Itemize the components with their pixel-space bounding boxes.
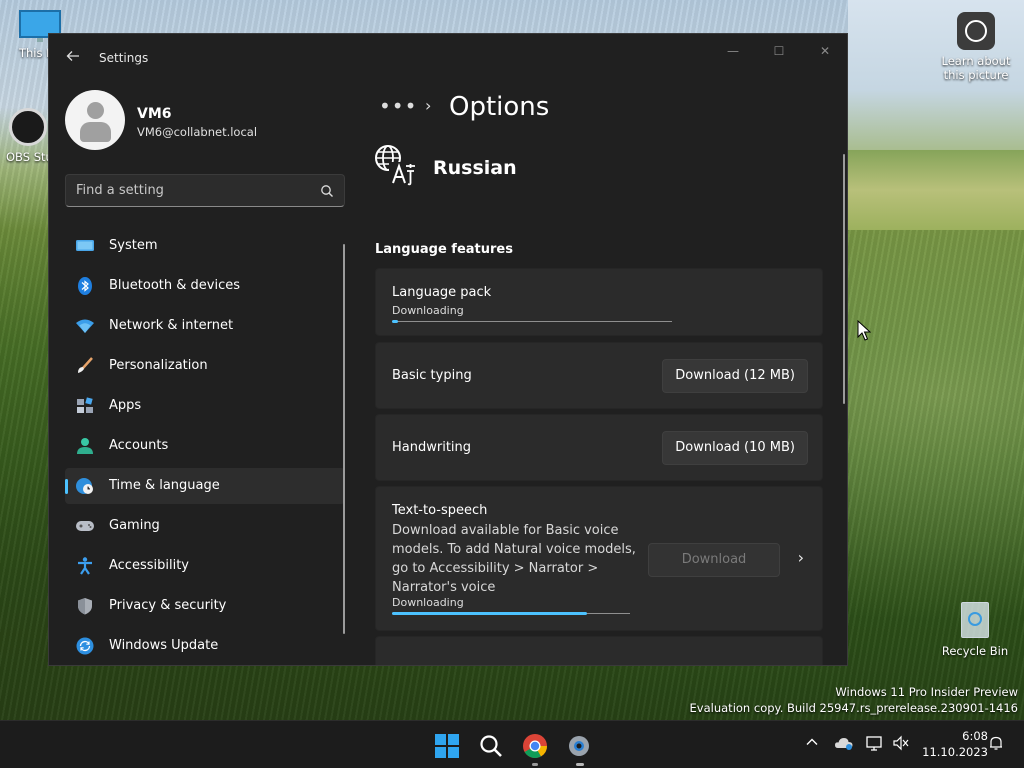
network-icon[interactable] [866, 735, 884, 755]
sidebar-item-accounts[interactable]: Accounts [65, 428, 345, 464]
download-handwriting-button[interactable]: Download (10 MB) [662, 431, 808, 465]
card-status: Downloading [392, 304, 464, 317]
sidebar-item-accessibility[interactable]: Accessibility [65, 548, 345, 584]
clock-date[interactable]: 11.10.2023 [918, 745, 988, 759]
notification-bell-icon[interactable] [988, 735, 1004, 755]
settings-window: Settings — ☐ ✕ VM6 VM6@collabnet.local F… [48, 33, 848, 666]
sidebar-item-privacy[interactable]: Privacy & security [65, 588, 345, 624]
card-handwriting: Handwriting Download (10 MB) [375, 414, 823, 481]
maximize-button[interactable]: ☐ [767, 44, 791, 60]
desktop-icon-learn-picture[interactable]: Learn about this picture [936, 12, 1016, 82]
card-basic-typing: Basic typing Download (12 MB) [375, 342, 823, 409]
avatar[interactable] [65, 90, 125, 150]
shield-icon [78, 598, 92, 615]
sidebar-item-personalization[interactable]: Personalization [65, 348, 345, 384]
title-bar[interactable]: Settings — ☐ ✕ [49, 34, 847, 82]
watermark-line-2: Evaluation copy. Build 25947.rs_prerelea… [689, 701, 1018, 715]
camera-icon [957, 12, 995, 50]
system-icon [76, 240, 94, 251]
sidebar-item-time-language[interactable]: Time & language [65, 468, 345, 504]
brush-icon [78, 357, 93, 373]
sidebar-scrollbar[interactable] [343, 244, 345, 634]
gamepad-icon [76, 521, 94, 531]
sidebar-item-bluetooth[interactable]: Bluetooth & devices [65, 268, 345, 304]
profile-email: VM6@collabnet.local [137, 125, 258, 139]
language-icon [375, 145, 415, 186]
desktop-icon-recycle-bin[interactable]: Recycle Bin [940, 600, 1010, 658]
main-scrollbar[interactable] [843, 154, 845, 404]
search-icon[interactable] [478, 733, 504, 759]
sidebar-item-windows-update[interactable]: Windows Update [65, 628, 345, 664]
accessibility-icon [78, 557, 92, 575]
wallpaper-field [848, 150, 1024, 230]
download-tts-button[interactable]: Download [648, 543, 780, 577]
minimize-button[interactable]: — [721, 44, 745, 60]
recycle-bin-icon [959, 600, 991, 640]
card-language-pack: Language pack Downloading [375, 268, 823, 336]
search-input[interactable]: Find a setting [65, 174, 345, 207]
card-status: Downloading [392, 596, 464, 609]
card-title: Text-to-speech [392, 503, 488, 518]
settings-icon[interactable] [566, 733, 592, 759]
card-description: Download available for Basic voice model… [392, 523, 636, 595]
card-title: Language pack [392, 285, 492, 300]
sidebar-item-network[interactable]: Network & internet [65, 308, 345, 344]
mouse-cursor-icon [857, 320, 871, 341]
chevron-up-icon[interactable] [805, 735, 819, 753]
section-title: Language features [375, 242, 513, 257]
arrow-left-icon [66, 51, 79, 61]
start-icon[interactable] [434, 733, 460, 759]
language-name: Russian [433, 157, 517, 179]
progress-track [392, 321, 672, 322]
globe-clock-icon [76, 478, 93, 494]
obs-icon [9, 108, 47, 146]
onedrive-icon[interactable] [834, 735, 854, 755]
search-icon [321, 185, 333, 197]
watermark-line-1: Windows 11 Pro Insider Preview [835, 685, 1018, 699]
close-button[interactable]: ✕ [813, 44, 837, 60]
back-button[interactable] [63, 48, 83, 68]
wifi-icon [76, 319, 94, 333]
desktop-icon-obs[interactable]: OBS Studio [6, 108, 50, 164]
bluetooth-icon [78, 277, 92, 295]
chrome-icon[interactable] [522, 733, 548, 759]
progress-bar [392, 320, 398, 323]
card-next-partial [375, 636, 823, 665]
search-placeholder: Find a setting [76, 183, 164, 198]
update-icon [76, 637, 94, 655]
sidebar-item-apps[interactable]: Apps [65, 388, 345, 424]
sidebar-item-gaming[interactable]: Gaming [65, 508, 345, 544]
volume-muted-icon[interactable] [892, 735, 910, 755]
page-title: Options [449, 92, 550, 122]
apps-icon [77, 397, 93, 413]
progress-bar [392, 612, 587, 615]
download-basic-typing-button[interactable]: Download (12 MB) [662, 359, 808, 393]
taskbar [0, 720, 1024, 768]
chevron-right-icon[interactable]: › [798, 548, 804, 567]
clock-time[interactable]: 6:08 [948, 729, 988, 743]
card-text-to-speech[interactable]: Text-to-speech Download available for Ba… [375, 486, 823, 631]
sidebar-item-system[interactable]: System [65, 228, 345, 264]
card-title: Basic typing [392, 368, 472, 383]
profile-name: VM6 [137, 106, 172, 122]
sidebar-nav: System Bluetooth & devices Network & int… [65, 228, 345, 665]
breadcrumb-more-button[interactable]: ••• [379, 94, 417, 118]
card-title: Handwriting [392, 440, 472, 455]
breadcrumb-chevron-icon: › [425, 96, 432, 115]
app-title: Settings [99, 51, 149, 65]
person-icon [77, 438, 93, 454]
